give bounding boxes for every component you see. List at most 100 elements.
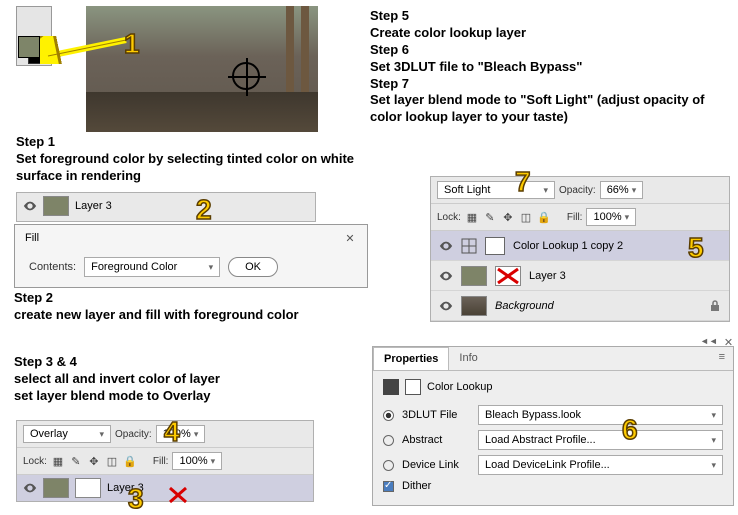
visibility-eye-icon[interactable] [23, 199, 37, 213]
dither-label: Dither [402, 480, 431, 492]
badge-1: 1 [124, 28, 140, 60]
layer-row[interactable]: Layer 3 [17, 193, 315, 219]
chevron-down-icon: ▾ [625, 212, 630, 223]
3dlut-select[interactable]: Bleach Bypass.look ▾ [478, 405, 723, 425]
properties-panel: Properties Info ≡ Color Lookup 3DLUT Fil… [372, 346, 734, 506]
foreground-swatch[interactable] [18, 36, 40, 58]
radio-devicelink[interactable] [383, 460, 394, 471]
layer-mask-thumb [495, 266, 521, 286]
step-title: Step 6 [370, 42, 730, 59]
layer-thumb [461, 296, 487, 316]
visibility-eye-icon[interactable] [439, 239, 453, 253]
rendering-preview [86, 6, 318, 132]
blend-mode-select[interactable]: Soft Light ▾ [437, 181, 555, 199]
visibility-eye-icon[interactable] [439, 269, 453, 283]
step-1-text: Step 1 Set foreground color by selecting… [16, 134, 366, 185]
step-body: Set layer blend mode to "Soft Light" (ad… [370, 92, 730, 126]
layer-row-background[interactable]: Background [431, 291, 729, 321]
layers-panel-snippet: Layer 3 [16, 192, 316, 222]
chevron-down-icon: ▾ [632, 185, 637, 196]
layer-thumb [461, 266, 487, 286]
layer-row-layer3[interactable]: Layer 3 [431, 261, 729, 291]
step-body-1: select all and invert color of layer [14, 371, 364, 388]
visibility-eye-icon[interactable] [23, 481, 37, 495]
chevron-down-icon: ▾ [543, 185, 548, 196]
tab-properties[interactable]: Properties [373, 347, 449, 370]
contents-select[interactable]: Foreground Color ▾ [84, 257, 220, 277]
radio-abstract[interactable] [383, 435, 394, 446]
step-title: Step 3 & 4 [14, 354, 364, 371]
lock-transparency-icon[interactable]: ▦ [465, 210, 479, 224]
red-x-annotation [496, 267, 520, 285]
visibility-eye-icon[interactable] [439, 299, 453, 313]
step-title: Step 2 [14, 290, 364, 307]
layer-name: Background [495, 300, 554, 312]
fill-label: Fill: [567, 212, 583, 223]
lock-all-icon[interactable]: 🔒 [537, 210, 551, 224]
fill-value: 100% [179, 455, 207, 467]
fill-select[interactable]: 100% ▾ [172, 452, 222, 470]
lock-all-icon[interactable]: 🔒 [123, 454, 137, 468]
step-34-text: Step 3 & 4 select all and invert color o… [14, 354, 364, 405]
lock-brush-icon[interactable]: ✎ [483, 210, 497, 224]
chevron-down-icon: ▾ [711, 410, 716, 421]
layer-name: Layer 3 [75, 200, 112, 212]
contents-value: Foreground Color [91, 261, 177, 273]
ok-button[interactable]: OK [228, 257, 278, 277]
dialog-title: Fill [25, 232, 39, 244]
step-title: Step 5 [370, 8, 730, 25]
lock-crop-icon[interactable]: ◫ [519, 210, 533, 224]
lock-move-icon[interactable]: ✥ [87, 454, 101, 468]
lock-move-icon[interactable]: ✥ [501, 210, 515, 224]
badge-4: 4 [164, 416, 180, 448]
mask-icon [405, 379, 421, 395]
lock-transparency-icon[interactable]: ▦ [51, 454, 65, 468]
layer-thumb [43, 478, 69, 498]
step-body: Set foreground color by selecting tinted… [16, 151, 366, 185]
tab-info[interactable]: Info [449, 347, 487, 370]
devicelink-value: Load DeviceLink Profile... [485, 459, 610, 471]
chevron-down-icon: ▾ [211, 456, 216, 467]
layer-mask-thumb [485, 237, 505, 255]
badge-2: 2 [196, 194, 212, 226]
step-title: Step 7 [370, 76, 730, 93]
lock-crop-icon[interactable]: ◫ [105, 454, 119, 468]
contents-label: Contents: [29, 261, 76, 273]
devicelink-select[interactable]: Load DeviceLink Profile... ▾ [478, 455, 723, 475]
fill-value: 100% [593, 211, 621, 223]
lock-label: Lock: [23, 456, 47, 467]
lock-label: Lock: [437, 212, 461, 223]
opacity-label: Opacity: [115, 429, 152, 440]
lock-brush-icon[interactable]: ✎ [69, 454, 83, 468]
3dlut-value: Bleach Bypass.look [485, 409, 581, 421]
badge-6: 6 [622, 414, 638, 446]
layer-row-colorlookup[interactable]: Color Lookup 1 copy 2 [431, 231, 729, 261]
layer-thumb [43, 196, 69, 216]
layer-row[interactable]: Layer 3 [17, 475, 313, 501]
checkbox-dither[interactable] [383, 481, 394, 492]
blend-mode-value: Soft Light [444, 184, 490, 196]
opacity-select[interactable]: 66% ▾ [600, 181, 644, 199]
layers-panel-right: Soft Light ▾ Opacity: 66% ▾ Lock: ▦ ✎ ✥ … [430, 176, 730, 322]
radio-3dlut[interactable] [383, 410, 394, 421]
chevron-down-icon: ▾ [194, 429, 199, 440]
blend-mode-select[interactable]: Overlay ▾ [23, 425, 111, 443]
colorlookup-icon [383, 379, 399, 395]
abstract-label: Abstract [402, 434, 470, 446]
scene-floor [86, 92, 318, 132]
layer-name: Layer 3 [529, 270, 566, 282]
opacity-label: Opacity: [559, 185, 596, 196]
devicelink-label: Device Link [402, 459, 470, 471]
close-icon[interactable]: ✕ [343, 231, 357, 245]
panel-menu-icon[interactable]: ≡ [711, 347, 733, 370]
abstract-select[interactable]: Load Abstract Profile... ▾ [478, 430, 723, 450]
fill-select[interactable]: 100% ▾ [586, 208, 636, 226]
badge-5: 5 [688, 232, 704, 264]
lock-icon [709, 300, 721, 312]
eyedropper-crosshair-icon [232, 62, 260, 90]
step-title: Step 1 [16, 134, 366, 151]
3dlut-label: 3DLUT File [402, 409, 470, 421]
badge-7: 7 [515, 166, 531, 198]
step-body-2: set layer blend mode to Overlay [14, 388, 364, 405]
opacity-value: 66% [607, 184, 629, 196]
